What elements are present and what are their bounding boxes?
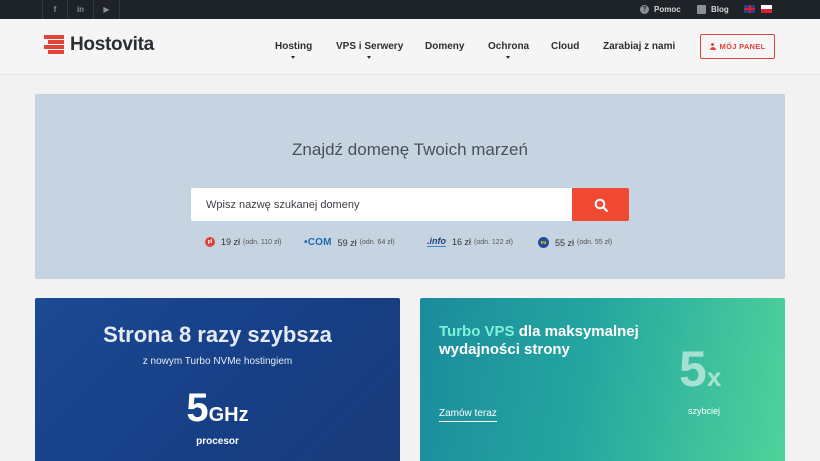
linkedin-icon[interactable]: in xyxy=(68,0,94,19)
english-flag-icon[interactable] xyxy=(744,5,755,13)
promo-big-number: 5x xyxy=(679,341,722,397)
promo-subheading: z nowym Turbo NVMe hostingiem xyxy=(142,356,293,367)
hero-title: Znajdź domenę Twoich marzeń xyxy=(292,140,528,159)
info-tld-icon: .info xyxy=(427,236,446,247)
logo-text[interactable]: Hostovita xyxy=(70,34,154,56)
tld-pl[interactable]: pl 19 zł (odn. 110 zł) xyxy=(205,237,281,247)
tld-info[interactable]: .info 16 zł (odn. 122 zł) xyxy=(427,237,513,247)
chevron-down-icon xyxy=(367,56,372,59)
search-button[interactable] xyxy=(572,188,629,221)
blog-link[interactable]: Blog xyxy=(697,0,729,19)
nav-earn[interactable]: Zarabiaj z nami xyxy=(603,41,675,52)
pl-tld-icon: pl xyxy=(205,237,215,247)
promo-big-number: 5GHz xyxy=(186,386,249,430)
help-label: Pomoc xyxy=(654,5,681,14)
help-link[interactable]: ? Pomoc xyxy=(640,0,681,19)
my-panel-button[interactable]: MÓJ PANEL xyxy=(700,34,775,59)
promo-heading: Turbo VPS dla maksymalnej wydajności str… xyxy=(439,323,639,358)
promo-heading: Strona 8 razy szybsza xyxy=(103,322,332,347)
tld-old-price: (odn. 64 zł) xyxy=(359,239,395,246)
promo-caption: szybciej xyxy=(688,406,721,416)
promo-nvme-hosting[interactable]: Strona 8 razy szybsza z nowym Turbo NVMe… xyxy=(35,298,400,461)
search-icon xyxy=(594,198,608,212)
nav-domains[interactable]: Domeny xyxy=(425,41,464,52)
user-icon xyxy=(709,43,716,50)
order-now-link[interactable]: Zamów teraz xyxy=(439,408,497,422)
logo-icon[interactable] xyxy=(44,35,64,54)
domain-search-section: Znajdź domenę Twoich marzeń pl 19 zł (od… xyxy=(35,94,785,279)
nav-vps[interactable]: VPS i Serwery xyxy=(336,41,403,59)
facebook-icon[interactable]: f xyxy=(42,0,68,19)
main-header: Hostovita Hosting VPS i Serwery Domeny O… xyxy=(0,19,820,75)
nav-hosting[interactable]: Hosting xyxy=(275,41,312,59)
tld-price: 59 zł xyxy=(337,237,357,248)
tld-price: 16 zł xyxy=(452,237,472,247)
domain-search-input[interactable] xyxy=(191,188,572,221)
tld-old-price: (odn. 110 zł) xyxy=(243,238,282,246)
promo-turbo-vps[interactable]: Turbo VPS dla maksymalnej wydajności str… xyxy=(420,298,785,461)
blog-label: Blog xyxy=(711,5,729,14)
eu-tld-icon: eu xyxy=(538,237,549,248)
chevron-down-icon xyxy=(291,56,296,59)
blog-icon xyxy=(697,5,706,14)
nav-cloud[interactable]: Cloud xyxy=(551,41,579,52)
tld-com[interactable]: •COM 59 zł (odn. 64 zł) xyxy=(304,237,395,248)
top-bar: f in ▶ ? Pomoc Blog xyxy=(0,0,820,19)
tld-price: 19 zł xyxy=(221,237,241,247)
tld-eu[interactable]: eu 55 zł (odn. 55 zł) xyxy=(538,237,612,248)
nav-protection[interactable]: Ochrona xyxy=(488,41,529,59)
tld-old-price: (odn. 122 zł) xyxy=(474,238,513,246)
youtube-icon[interactable]: ▶ xyxy=(94,0,120,19)
help-icon: ? xyxy=(640,5,649,14)
tld-price: 55 zł xyxy=(555,237,575,248)
polish-flag-icon[interactable] xyxy=(761,5,772,13)
tld-old-price: (odn. 55 zł) xyxy=(577,239,613,246)
chevron-down-icon xyxy=(506,56,511,59)
promo-caption: procesor xyxy=(196,436,239,447)
com-tld-icon: •COM xyxy=(304,237,332,248)
